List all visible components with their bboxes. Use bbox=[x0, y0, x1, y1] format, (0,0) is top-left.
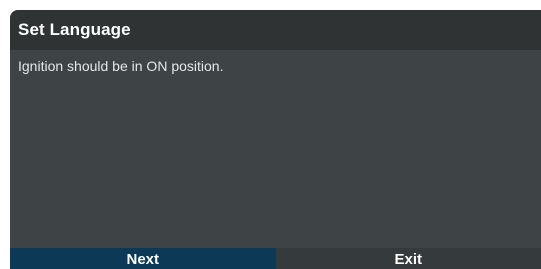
set-language-dialog: Set Language Ignition should be in ON po… bbox=[10, 10, 541, 269]
dialog-message: Ignition should be in ON position. bbox=[18, 58, 224, 74]
next-button[interactable]: Next bbox=[10, 248, 276, 269]
dialog-footer: Next Exit bbox=[10, 248, 541, 269]
dialog-title: Set Language bbox=[18, 20, 131, 39]
exit-button[interactable]: Exit bbox=[275, 248, 541, 269]
dialog-title-bar: Set Language bbox=[10, 10, 541, 50]
dialog-content: Ignition should be in ON position. bbox=[10, 50, 541, 248]
